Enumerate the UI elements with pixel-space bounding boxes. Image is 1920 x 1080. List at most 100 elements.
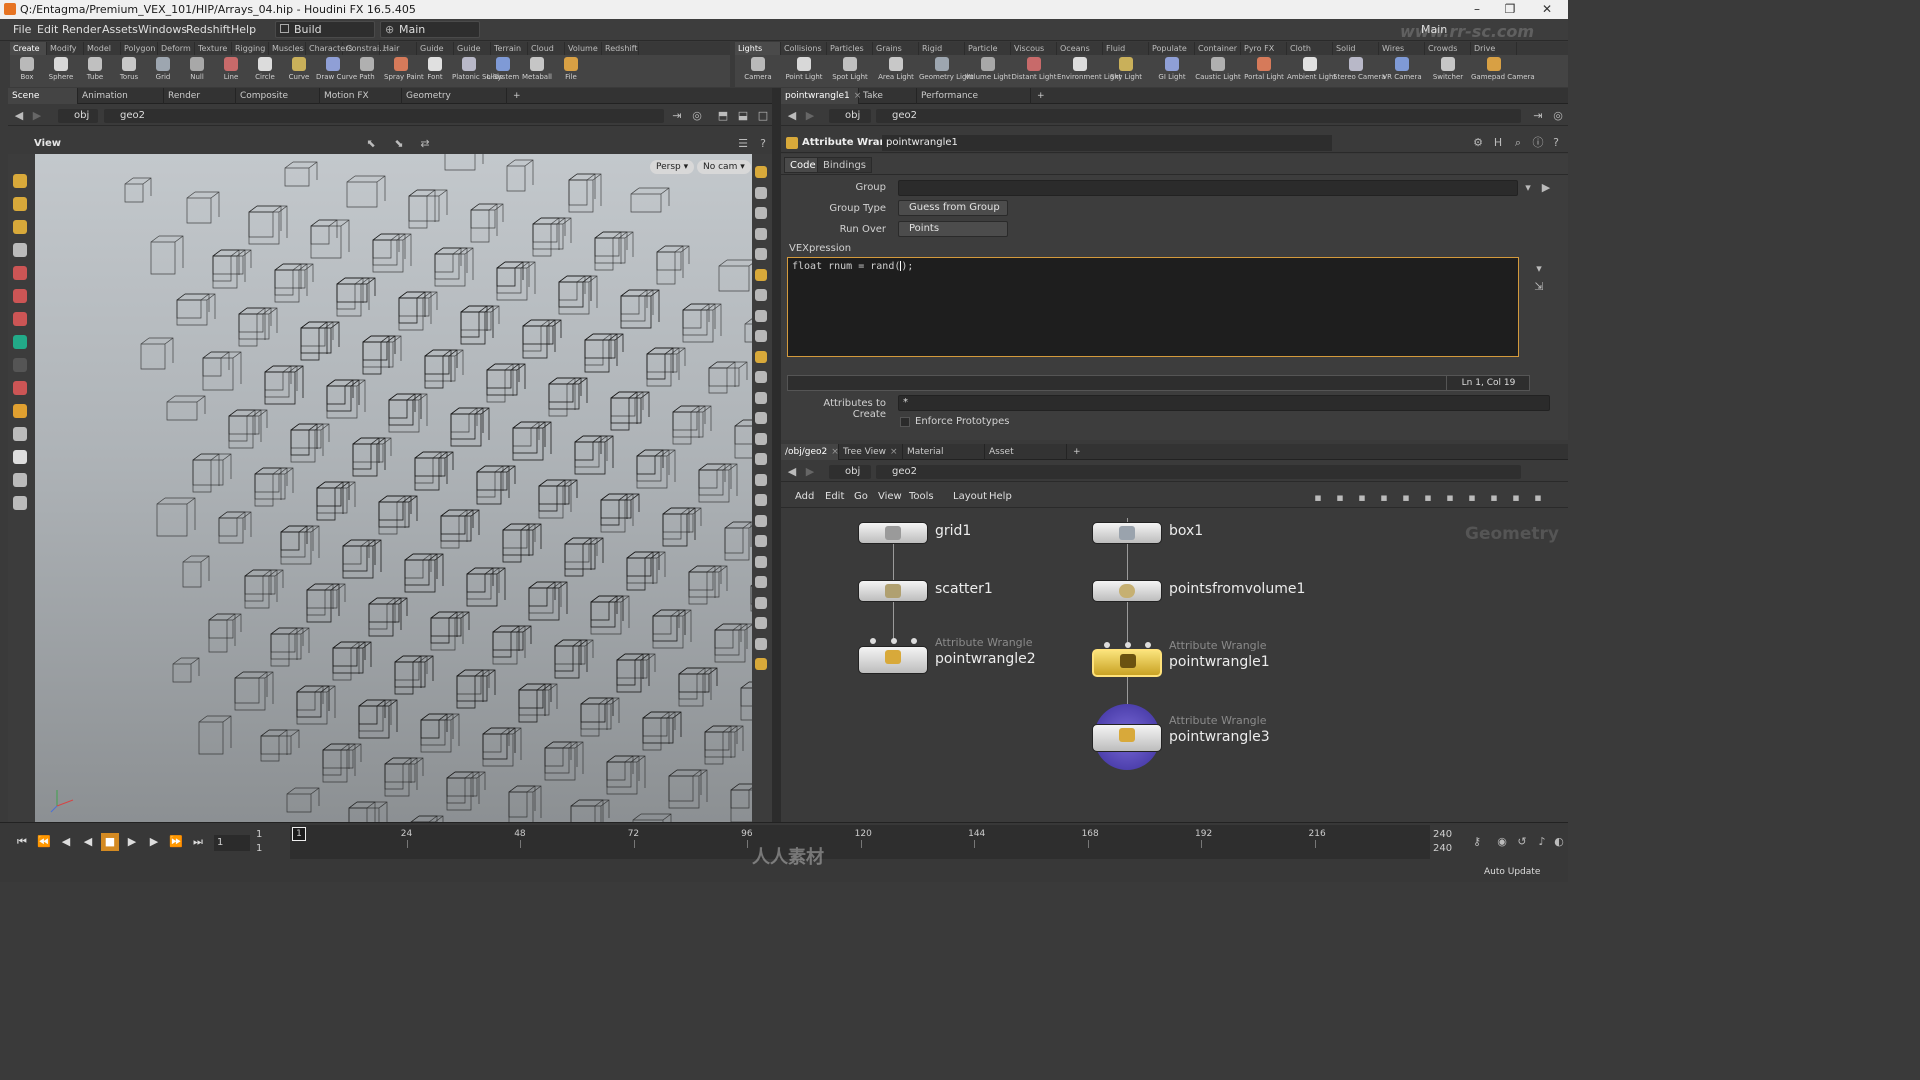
first-frame-icon[interactable]: ⏮: [13, 833, 31, 851]
add-tab-icon[interactable]: +: [509, 88, 525, 104]
network-menu-view[interactable]: View: [878, 491, 902, 502]
tool-sky-light[interactable]: Sky Light: [1103, 55, 1149, 87]
tool-font[interactable]: Font: [418, 55, 452, 87]
scale-icon[interactable]: [13, 312, 27, 326]
viewer-options-icon[interactable]: ☰: [736, 137, 750, 151]
menu-render[interactable]: Render: [62, 23, 101, 36]
forward-arrow-icon[interactable]: ▶: [30, 109, 44, 123]
shelf-tab-terrain-fx[interactable]: Terrain FX: [491, 42, 528, 66]
table-icon[interactable]: ▪: [1399, 491, 1413, 505]
display-option-icon[interactable]: [755, 268, 767, 281]
arrow-icon[interactable]: [13, 243, 27, 257]
tool-tube[interactable]: Tube: [78, 55, 112, 87]
shelf-tab-particle-fluids[interactable]: Particle Fluids: [965, 42, 1011, 66]
shelf-tab-create[interactable]: Create: [10, 42, 47, 55]
network-selector[interactable]: ⊕ Main: [380, 21, 480, 38]
network-editor[interactable]: Geometry grid1 scatter1 Attribute Wrangl…: [781, 514, 1568, 822]
light-icon[interactable]: [13, 450, 27, 464]
network-menu-help[interactable]: Help: [989, 491, 1012, 502]
pane-tab-composite-view[interactable]: Composite View×: [236, 88, 320, 117]
input-connector[interactable]: [891, 638, 897, 644]
display-option-icon[interactable]: [755, 391, 767, 404]
grid-view-icon[interactable]: ▪: [1377, 491, 1391, 505]
scene-viewport[interactable]: Persp ▾ No cam ▾: [35, 154, 752, 822]
handle-tool-icon[interactable]: ⇄: [418, 137, 432, 151]
pane-tab-performance-monitor[interactable]: Performance Monitor×: [917, 88, 1031, 117]
tab-bindings[interactable]: Bindings: [817, 157, 872, 173]
param-link-icon[interactable]: ◎: [1551, 109, 1565, 123]
run-over-select[interactable]: Points: [898, 221, 1008, 237]
node-box1[interactable]: [1092, 522, 1162, 544]
pane-tab-obj-geo2[interactable]: /obj/geo2 ×: [781, 444, 839, 460]
shelf-tab-cloud-fx[interactable]: Cloud FX: [528, 42, 565, 66]
pane-tab-animation-editor[interactable]: Animation Editor×: [78, 88, 164, 117]
view-icon[interactable]: [13, 473, 27, 487]
pane-tab-asset-browser[interactable]: Asset Browser×: [985, 444, 1067, 473]
realtime-icon[interactable]: ◉: [1495, 835, 1509, 849]
node-pointwrangle3[interactable]: [1092, 724, 1162, 752]
shelf-tab-guide-pr[interactable]: Guide Pr...: [417, 42, 454, 66]
shelf-tab-volume[interactable]: Volume: [565, 42, 602, 55]
pane-tab-render-view[interactable]: Render View×: [164, 88, 236, 117]
enforce-prototypes-checkbox[interactable]: [900, 417, 910, 427]
network-menu-layout[interactable]: Layout: [953, 491, 987, 502]
display-option-icon[interactable]: [755, 289, 767, 301]
rotate-icon[interactable]: [13, 289, 27, 303]
select-tool-icon[interactable]: ⬉: [364, 137, 378, 151]
link-icon[interactable]: ◎: [690, 109, 704, 123]
shelf-tab-crowds[interactable]: Crowds: [1425, 42, 1471, 55]
measure-icon[interactable]: [13, 404, 27, 418]
shelf-tab-oceans[interactable]: Oceans: [1057, 42, 1103, 55]
back-arrow-icon[interactable]: ◀: [12, 109, 26, 123]
auto-update-label[interactable]: Auto Update: [1484, 867, 1540, 877]
shelf-tab-modify[interactable]: Modify: [47, 42, 84, 55]
display-option-icon[interactable]: [755, 617, 767, 629]
group-dropdown-icon[interactable]: ▾: [1521, 181, 1535, 195]
menu-assets[interactable]: Assets: [102, 23, 138, 36]
tool-distant-light[interactable]: Distant Light: [1011, 55, 1057, 87]
tool-platonic-solids[interactable]: Platonic Solids: [452, 55, 503, 87]
net-back-arrow-icon[interactable]: ◀: [785, 465, 799, 479]
tab-code[interactable]: Code: [784, 157, 822, 173]
stop-icon[interactable]: ■: [101, 833, 119, 851]
display-option-icon[interactable]: [755, 596, 767, 609]
camera-menu-button[interactable]: No cam ▾: [697, 160, 751, 174]
tool-environment-light[interactable]: Environment Light: [1057, 55, 1121, 87]
playhead[interactable]: 1: [292, 827, 306, 841]
shelf-tab-guide-br[interactable]: Guide Br...: [454, 42, 491, 66]
add-tab-icon[interactable]: +: [1069, 444, 1085, 460]
scissors-icon[interactable]: ▪: [1311, 491, 1325, 505]
pane-tab-take-list[interactable]: Take List×: [859, 88, 917, 117]
shelf-tab-collisions[interactable]: Collisions: [781, 42, 827, 55]
shelf-tab-characters[interactable]: Characters: [306, 42, 353, 55]
node-pointwrangle1[interactable]: [1092, 649, 1162, 677]
note-icon[interactable]: ▪: [1443, 491, 1457, 505]
list-icon[interactable]: ▪: [1355, 491, 1369, 505]
param-back-arrow-icon[interactable]: ◀: [785, 109, 799, 123]
group-select-arrow-icon[interactable]: ▶: [1539, 181, 1553, 195]
display-option-icon[interactable]: [755, 227, 767, 240]
tool-ambient-light[interactable]: Ambient Light: [1287, 55, 1336, 87]
pane-tab-scene-view[interactable]: Scene View×: [8, 88, 78, 117]
shelf-tab-fluid-contai[interactable]: Fluid Contai...: [1103, 42, 1149, 66]
loop-icon[interactable]: ↺: [1515, 835, 1529, 849]
display-option-icon[interactable]: [755, 432, 767, 445]
close-tab-icon[interactable]: ×: [890, 447, 898, 457]
display-option-icon[interactable]: [755, 514, 767, 527]
desktop-selector[interactable]: Build: [275, 21, 375, 38]
display-option-icon[interactable]: [755, 637, 767, 650]
display-options-icon[interactable]: ⬒: [716, 109, 730, 123]
node-grid1[interactable]: [858, 522, 928, 544]
magnet-icon[interactable]: [13, 381, 27, 395]
last-frame-icon[interactable]: ⏭: [189, 833, 207, 851]
display-option-icon[interactable]: [755, 576, 767, 588]
play-reverse-icon[interactable]: ◀: [79, 833, 97, 851]
help-book-icon[interactable]: H: [1491, 136, 1505, 150]
shelf-tab-rigid-bodies[interactable]: Rigid Bodies: [919, 42, 965, 66]
display-option-icon[interactable]: [755, 186, 767, 199]
display-option-icon[interactable]: [755, 658, 767, 670]
input-connector[interactable]: [1125, 642, 1131, 648]
net-path-geo2[interactable]: geo2: [876, 465, 1521, 479]
shelf-tab-lights-and-c[interactable]: Lights and C...: [735, 42, 781, 66]
paint-icon[interactable]: [13, 220, 27, 234]
